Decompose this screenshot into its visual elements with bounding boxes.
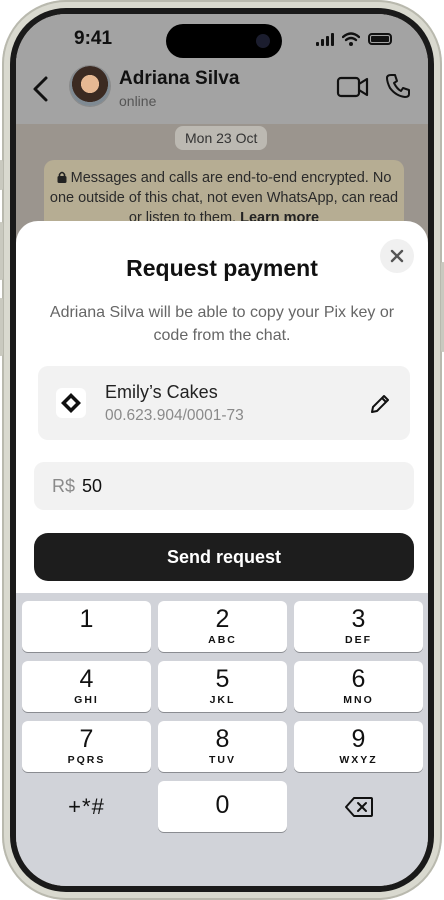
key-4[interactable]: 4 GHI — [22, 661, 151, 712]
volume-down-button — [0, 298, 3, 356]
contact-avatar[interactable] — [70, 66, 110, 106]
send-request-button[interactable]: Send request — [34, 533, 414, 581]
amount-input[interactable]: R$ 50 — [34, 462, 414, 510]
key-9[interactable]: 9 WXYZ — [294, 721, 423, 772]
key-digit: 4 — [79, 665, 94, 693]
date-label: Mon 23 Oct — [175, 126, 268, 150]
key-letters: TUV — [209, 754, 236, 766]
status-icons — [316, 32, 392, 46]
cellular-signal-icon — [316, 32, 334, 46]
voice-call-icon[interactable] — [384, 72, 412, 100]
symbols-key[interactable]: +*# — [22, 781, 151, 832]
pix-key-value: 00.623.904/0001-73 — [105, 407, 244, 424]
backspace-icon — [344, 797, 373, 817]
contact-name[interactable]: Adriana Silva — [119, 68, 239, 90]
key-5[interactable]: 5 JKL — [158, 661, 287, 712]
sheet-description: Adriana Silva will be able to copy your … — [49, 304, 395, 344]
action-button — [0, 160, 3, 190]
pix-key-card[interactable]: Emily’s Cakes 00.623.904/0001-73 — [38, 366, 410, 440]
numeric-keypad: 1 2 ABC 3 DEF 4 GHI 5 JKL 6 MNO 7 PQRS 8… — [16, 593, 428, 886]
key-digit: 2 — [215, 605, 230, 633]
sheet-title: Request payment — [126, 255, 318, 281]
pix-business-name: Emily’s Cakes — [105, 382, 218, 402]
key-digit: 9 — [351, 725, 366, 753]
key-letters: DEF — [345, 634, 372, 646]
amount-value: 50 — [82, 476, 103, 496]
key-letters: JKL — [209, 694, 236, 706]
phone-frame: 9:41 Adriana Silva online Mon 23 Oct Mes… — [0, 0, 444, 900]
key-digit: 5 — [215, 665, 230, 693]
key-3[interactable]: 3 DEF — [294, 601, 423, 652]
key-2[interactable]: 2 ABC — [158, 601, 287, 652]
pix-logo-icon — [56, 388, 86, 418]
dynamic-island — [166, 24, 282, 58]
currency-prefix: R$ — [52, 476, 76, 496]
video-call-icon[interactable] — [336, 74, 370, 100]
symbols-label: +*# — [68, 794, 105, 819]
screen: 9:41 Adriana Silva online Mon 23 Oct Mes… — [16, 14, 428, 886]
key-letters: PQRS — [67, 754, 106, 766]
key-digit: 6 — [351, 665, 366, 693]
wifi-icon — [342, 32, 360, 46]
encryption-notice-text: Messages and calls are end-to-end encryp… — [49, 170, 399, 226]
key-1[interactable]: 1 — [22, 601, 151, 652]
key-digit: 0 — [215, 791, 230, 819]
key-letters: MNO — [343, 694, 374, 706]
key-digit: 1 — [79, 605, 94, 633]
front-camera — [256, 34, 270, 48]
key-digit: 7 — [79, 725, 94, 753]
key-6[interactable]: 6 MNO — [294, 661, 423, 712]
key-letters: WXYZ — [339, 754, 378, 766]
key-7[interactable]: 7 PQRS — [22, 721, 151, 772]
volume-up-button — [0, 222, 3, 280]
key-8[interactable]: 8 TUV — [158, 721, 287, 772]
contact-status: online — [119, 93, 157, 109]
delete-key[interactable] — [294, 781, 423, 832]
request-payment-sheet: Request payment Adriana Silva will be ab… — [16, 221, 428, 593]
back-arrow-icon[interactable] — [26, 72, 56, 106]
battery-icon — [368, 33, 392, 45]
key-0[interactable]: 0 — [158, 781, 287, 832]
key-letters: ABC — [208, 634, 237, 646]
lock-icon — [57, 171, 67, 183]
status-bar: 9:41 — [16, 14, 428, 66]
key-digit: 8 — [215, 725, 230, 753]
chat-header: Adriana Silva online — [16, 66, 428, 124]
key-letters: GHI — [74, 694, 99, 706]
edit-pencil-icon[interactable] — [368, 392, 392, 416]
key-digit: 3 — [351, 605, 366, 633]
status-time: 9:41 — [74, 28, 113, 49]
